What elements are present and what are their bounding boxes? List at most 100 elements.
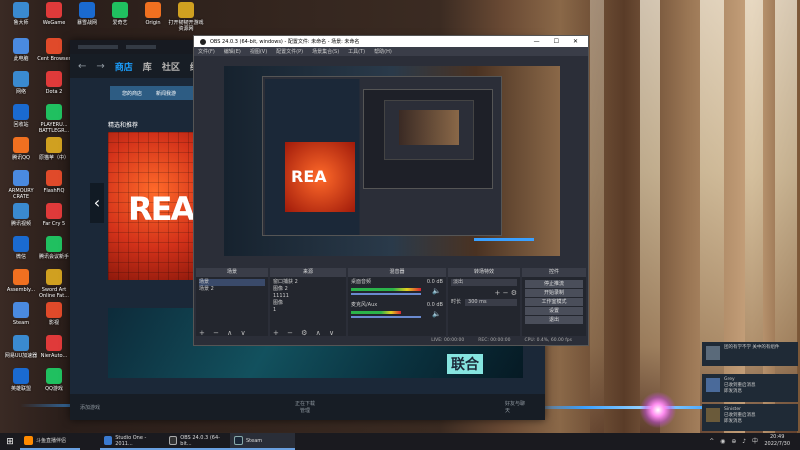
wallpaper-window (700, 0, 724, 433)
source-item[interactable]: 图像 2 (273, 286, 343, 293)
app-icon (13, 269, 29, 285)
app-icon (46, 302, 62, 318)
app-icon (13, 104, 29, 120)
avatar (706, 346, 720, 360)
app-icon (46, 203, 62, 219)
minimize-icon[interactable]: — (534, 38, 540, 45)
duration-input[interactable]: 300 ms (465, 299, 517, 306)
start-windows-icon[interactable]: ⊞ (0, 437, 20, 447)
store-nav-news[interactable]: 新闻我游 (156, 90, 176, 97)
track-name: 麦克风/Aux (351, 302, 378, 308)
menu-edit[interactable]: 编辑(E) (224, 48, 241, 55)
steam-bottom-bar: 添加游戏 正在下载 管理 好友与聊天 (70, 394, 545, 420)
desktop-icon[interactable]: 影视 (35, 302, 73, 326)
scenes-dock-header: 场景 (196, 268, 268, 277)
cpu-fps: CPU: 0.4%, 60.00 fps (524, 338, 573, 343)
duration-label: 时长 (451, 299, 462, 305)
taskbar-item-douyu[interactable]: 斗鱼直播伴侣 (20, 433, 80, 450)
speaker-icon[interactable]: 🔈 (432, 287, 441, 295)
source-item[interactable]: 窗口捕获 2 (273, 279, 343, 286)
desktop-icon[interactable]: Dota 2 (35, 71, 73, 95)
track-name: 桌面音频 (351, 279, 372, 285)
scene-item[interactable]: 场景 2 (199, 286, 265, 293)
volume-slider[interactable] (351, 316, 421, 318)
speaker-icon[interactable]: 🔈 (432, 310, 441, 318)
source-item[interactable]: 11111 (273, 293, 343, 300)
app-icon (13, 71, 29, 87)
desktop-icon[interactable]: QQ游戏 (35, 368, 73, 392)
exit-button[interactable]: 退出 (525, 316, 583, 324)
desktop-icon[interactable]: 腾讯会议新手 (35, 236, 73, 260)
mixer-dock-header: 混音器 (348, 268, 446, 277)
taskbar-item-obs[interactable]: OBS 24.0.3 (64-bit... (165, 433, 230, 450)
wallpaper-window (775, 0, 797, 433)
tab-library[interactable]: 库 (143, 60, 152, 73)
scene-item[interactable]: 场景 (199, 279, 265, 286)
stop-streaming-button[interactable]: 停止推流 (525, 280, 583, 288)
desktop-icon-label: NierAuto... (40, 353, 68, 359)
menu-profile[interactable]: 配置文件(P) (276, 48, 303, 55)
app-icon (13, 335, 29, 351)
menu-help[interactable]: 帮助(H) (374, 48, 392, 55)
desktop-icon[interactable]: 原猫苹（中） (35, 137, 73, 161)
carousel-left-arrow-icon[interactable]: ‹ (90, 183, 104, 223)
store-nav-your-store[interactable]: 您的商店 (122, 90, 142, 97)
transition-select[interactable]: 淡出 (451, 279, 517, 286)
system-tray[interactable]: ^ ◉ ⊕ ♪ 中 (709, 436, 760, 445)
friends-chat-button[interactable]: 好友与聊天 (505, 400, 525, 414)
add-game-button[interactable]: 添加游戏 (80, 404, 100, 411)
desktop-icon-label: QQ游戏 (45, 386, 63, 392)
menu-file[interactable]: 文件(F) (198, 48, 215, 55)
desktop-icon[interactable]: FlashFiQ (35, 170, 73, 194)
source-item[interactable]: 1 (273, 307, 343, 314)
glow-orb (640, 392, 676, 428)
desktop-icon[interactable]: 打开韧韧开游戏资源网 (167, 2, 205, 32)
avatar (706, 408, 720, 422)
notification[interactable]: Sinister 已收到重启消息 即发消息 (702, 404, 798, 431)
desktop-icon[interactable]: PLAYERU... BATTLEGR... (35, 104, 73, 134)
back-arrow-icon[interactable]: ← (78, 61, 86, 72)
scenes-list: 场景 场景 2 + − ∧ ∨ (196, 277, 268, 339)
clock[interactable]: 20:49 2022/7/30 (764, 434, 790, 448)
notification[interactable]: Grey 已收到重启消息 即发消息 (702, 374, 798, 402)
desktop-icon[interactable]: NierAuto... (35, 335, 73, 359)
app-icon (46, 236, 62, 252)
taskbar: ⊞ 斗鱼直播伴侣 Studio One - 2011... OBS 24.0.3… (0, 433, 800, 450)
taskbar-item-steam[interactable]: Steam (230, 433, 295, 450)
app-icon (13, 38, 29, 54)
settings-button[interactable]: 设置 (525, 307, 583, 315)
forward-arrow-icon[interactable]: → (96, 61, 104, 72)
desktop-icon-label: Sword Art Online Fat... (39, 287, 69, 299)
controls-panel: 停止推流 开始录制 工作室模式 设置 退出 (522, 277, 586, 339)
desktop-icon[interactable]: Cent Browser (35, 38, 73, 62)
downloads-button[interactable]: 正在下载 管理 (295, 400, 315, 414)
transition-controls[interactable]: + − ⚙ (451, 289, 517, 297)
rec-time: REC: 00:00:00 (478, 338, 511, 343)
source-item[interactable]: 图像 (273, 300, 343, 307)
desktop-icon-label: PLAYERU... BATTLEGR... (38, 122, 70, 134)
studio-mode-button[interactable]: 工作室模式 (525, 298, 583, 306)
desktop-icon[interactable]: Sword Art Online Fat... (35, 269, 73, 299)
tab-store[interactable]: 商店 (115, 60, 133, 73)
desktop-icon[interactable]: Far Cry 5 (35, 203, 73, 227)
desktop-icon-label: 打开韧韧开游戏资源网 (168, 20, 204, 32)
menu-scene-collection[interactable]: 场景集合(S) (312, 48, 339, 55)
sources-list: 窗口捕获 2 图像 2 11111 图像 1 + − ⚙ ∧ ∨ (270, 277, 346, 339)
volume-slider[interactable] (351, 293, 421, 295)
maximize-icon[interactable]: ☐ (554, 38, 559, 45)
app-icon (13, 2, 29, 18)
start-recording-button[interactable]: 开始录制 (525, 289, 583, 297)
tab-community[interactable]: 社区 (162, 60, 180, 73)
menu-tools[interactable]: 工具(T) (348, 48, 365, 55)
notification[interactable]: 团的有学不学 关中的有组件 (702, 342, 798, 366)
volume-meter (351, 311, 401, 314)
obs-preview[interactable]: REA (224, 66, 560, 256)
app-icon (13, 203, 29, 219)
app-icon (46, 137, 62, 153)
taskbar-item-studio-one[interactable]: Studio One - 2011... (100, 433, 165, 450)
desktop-icon-label: Cent Browser (37, 56, 71, 62)
close-icon[interactable]: ✕ (573, 38, 578, 45)
app-icon (13, 368, 29, 384)
app-icon (178, 2, 194, 18)
menu-view[interactable]: 视图(V) (250, 48, 267, 55)
